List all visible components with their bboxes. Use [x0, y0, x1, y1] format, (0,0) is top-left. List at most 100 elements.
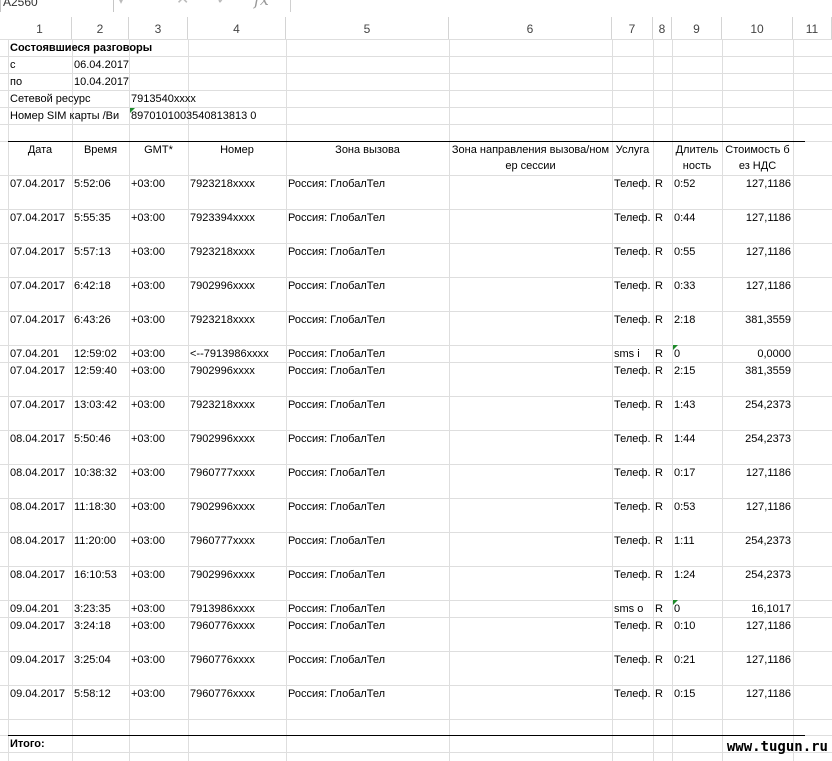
table-border	[8, 735, 805, 736]
cell-date: 07.04.2017	[10, 280, 66, 292]
cell-cost: 254,2373	[745, 399, 791, 411]
cell-duration: 0:55	[674, 246, 696, 258]
cell-time: 3:24:18	[74, 620, 111, 632]
cell-zone: Россия: ГлобалТел	[288, 212, 386, 224]
cell-zone: Россия: ГлобалТел	[288, 365, 386, 377]
cell-gmt: +03:00	[131, 535, 165, 547]
cell-number: 7960777xxxx	[190, 467, 255, 479]
cell-service: Телеф.	[614, 314, 651, 326]
cell-zone: Россия: ГлобалТел	[288, 467, 386, 479]
cell-gmt: +03:00	[131, 314, 165, 326]
cell-duration: 2:18	[674, 314, 696, 326]
cell-duration: 0:15	[674, 688, 696, 700]
grid-hline	[0, 124, 832, 125]
cell-duration: 0:52	[674, 178, 696, 190]
cell-number: 7960776xxxx	[190, 688, 255, 700]
cell-gmt: +03:00	[131, 399, 165, 411]
cell-service: Телеф.	[614, 535, 651, 547]
cell-gmt: +03:00	[131, 688, 165, 700]
cell-date: 08.04.2017	[10, 433, 66, 445]
cell-gmt: +03:00	[131, 280, 165, 292]
cell-date: 09.04.2017	[10, 688, 66, 700]
cell-date: 08.04.2017	[10, 569, 66, 581]
cell-date: 07.04.2017	[10, 399, 66, 411]
cell-time: 16:10:53	[74, 569, 117, 581]
cell-number: 7902996xxxx	[190, 433, 255, 445]
cell-service: Телеф.	[614, 467, 651, 479]
cell-service: Телеф.	[614, 688, 651, 700]
cell-number: 7923394xxxx	[190, 212, 255, 224]
sim-value: 8970101003540813813 0	[131, 110, 257, 122]
cell-cost: 127,1186	[745, 178, 791, 190]
cell-cost: 127,1186	[745, 467, 791, 479]
grid-hline	[0, 752, 832, 753]
to-date: 10.04.2017	[74, 76, 130, 88]
cell-r: R	[655, 399, 663, 411]
cell-r: R	[655, 569, 663, 581]
cell-r: R	[655, 501, 663, 513]
table-header-1: Дата	[27, 144, 53, 156]
cell-gmt: +03:00	[131, 603, 165, 615]
cell-gmt: +03:00	[131, 433, 165, 445]
cell-number: <--7913986xxxx	[190, 348, 269, 360]
cell-gmt: +03:00	[131, 348, 165, 360]
watermark: www.tugun.ru	[726, 739, 828, 755]
cell-cost: 127,1186	[745, 501, 791, 513]
cell-time: 5:52:06	[74, 178, 111, 190]
cell-time: 6:43:26	[74, 314, 111, 326]
cell-zone: Россия: ГлобалТел	[288, 433, 386, 445]
cell-gmt: +03:00	[131, 654, 165, 666]
from-date: 06.04.2017	[74, 59, 130, 71]
cell-r: R	[655, 620, 663, 632]
total-label: Итого:	[10, 738, 45, 750]
cell-date: 08.04.2017	[10, 535, 66, 547]
table-header-10: Стоимость без НДС	[725, 144, 790, 172]
cell-r: R	[655, 314, 663, 326]
cell-r: R	[655, 365, 663, 377]
cell-zone: Россия: ГлобалТел	[288, 501, 386, 513]
cell-time: 5:50:46	[74, 433, 111, 445]
cell-r: R	[655, 688, 663, 700]
cell-duration: 0	[674, 603, 681, 615]
table-header-2: Время	[83, 144, 118, 156]
cell-cost: 127,1186	[745, 212, 791, 224]
cell-cost: 0,0000	[757, 348, 791, 360]
cell-cost: 127,1186	[745, 688, 791, 700]
cell-cost: 254,2373	[745, 535, 791, 547]
table-header-9: Длительность	[675, 144, 719, 172]
cell-duration: 0:44	[674, 212, 696, 224]
cell-time: 5:55:35	[74, 212, 111, 224]
cell-gmt: +03:00	[131, 246, 165, 258]
cell-gmt: +03:00	[131, 620, 165, 632]
table-header-7: Услуга	[615, 144, 650, 156]
cell-number: 7960776xxxx	[190, 654, 255, 666]
cell-duration: 0:21	[674, 654, 696, 666]
cell-zone: Россия: ГлобалТел	[288, 280, 386, 292]
cell-duration: 0:17	[674, 467, 696, 479]
cell-zone: Россия: ГлобалТел	[288, 246, 386, 258]
error-indicator-icon	[130, 108, 135, 113]
cell-number: 7960776xxxx	[190, 620, 255, 632]
cell-r: R	[655, 246, 663, 258]
cell-date: 07.04.2017	[10, 178, 66, 190]
cell-service: Телеф.	[614, 654, 651, 666]
cell-service: sms o	[614, 603, 644, 615]
cell-number: 7902996xxxx	[190, 501, 255, 513]
cell-service: Телеф.	[614, 365, 651, 377]
cell-cost: 16,1017	[751, 603, 791, 615]
cell-r: R	[655, 433, 663, 445]
cell-duration: 1:24	[674, 569, 696, 581]
cell-time: 3:23:35	[74, 603, 111, 615]
cell-date: 09.04.2017	[10, 620, 66, 632]
cell-number: 7923218xxxx	[190, 246, 255, 258]
cell-date: 07.04.2017	[10, 365, 66, 377]
cell-number: 7923218xxxx	[190, 178, 255, 190]
cell-date: 08.04.2017	[10, 467, 66, 479]
cell-zone: Россия: ГлобалТел	[288, 178, 386, 190]
cell-time: 3:25:04	[74, 654, 111, 666]
table-header-6: Зона направления вызова/номер сессии	[451, 144, 610, 172]
cell-service: Телеф.	[614, 246, 651, 258]
cell-time: 11:18:30	[74, 501, 117, 513]
cell-time: 13:03:42	[74, 399, 117, 411]
cell-number: 7923218xxxx	[190, 314, 255, 326]
